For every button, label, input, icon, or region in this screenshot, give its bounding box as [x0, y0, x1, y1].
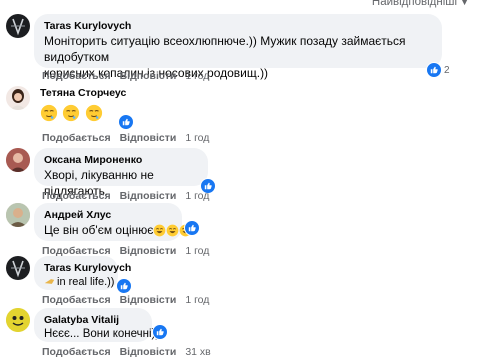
grinning-face-icon [154, 224, 166, 237]
like-button[interactable]: Подобається [42, 294, 111, 306]
avatar[interactable] [6, 14, 30, 38]
comment-bubble: Андрей Хлус Це він об'єм оцінює [34, 203, 192, 241]
like-reaction-icon [184, 220, 200, 236]
comment-time[interactable]: 1 год [185, 294, 209, 306]
comment-text-line: Моніторить ситуацію всеохлюпнюче.)) Мужи… [44, 34, 406, 64]
like-button[interactable]: Подобається [42, 346, 111, 358]
sort-selector[interactable]: Найвідповідніші ▼ [372, 0, 469, 8]
reply-button[interactable]: Відповісти [120, 70, 177, 82]
comment-time[interactable]: 1 год [185, 132, 209, 144]
like-button[interactable]: Подобається [42, 190, 111, 202]
grinning-face-icon [167, 224, 179, 237]
like-reaction-icon [118, 114, 134, 130]
reply-button[interactable]: Відповісти [120, 245, 177, 257]
drooling-face-icon [63, 104, 80, 122]
comment-author[interactable]: Taras Kurylovych [44, 261, 131, 275]
reply-button[interactable]: Відповісти [120, 190, 177, 202]
reaction-count[interactable] [116, 278, 132, 294]
comment-author[interactable]: Оксана Мироненко [44, 153, 198, 167]
reply-button[interactable]: Відповісти [120, 346, 177, 358]
like-reaction-icon [426, 62, 442, 78]
comment-bubble: Оксана Мироненко Хворі, лікуванню не під… [34, 148, 208, 198]
comment-bubble: Taras Kurylovych Моніторить ситуацію все… [34, 14, 442, 80]
avatar[interactable] [6, 203, 30, 227]
drooling-face-icon [85, 104, 103, 122]
comment-text: Це він об'єм оцінює [44, 222, 192, 238]
like-button[interactable]: Подобається [42, 70, 111, 82]
avatar[interactable] [6, 308, 30, 332]
comment-author[interactable]: Тетяна Сторчеус [40, 86, 126, 100]
drooling-face-icon [40, 104, 58, 122]
reaction-count[interactable] [152, 324, 168, 340]
comment-content: Тетяна Сторчеус [40, 86, 126, 122]
comment-actions: Подобається Відповісти 1 год [42, 132, 218, 144]
comment-bubble: Galatyba Vitalij Нєєє... Вони конечні))) [34, 308, 164, 342]
comment-author[interactable]: Taras Kurylovych [44, 19, 432, 33]
reaction-count[interactable]: 2 [426, 62, 450, 78]
reaction-count[interactable] [118, 114, 134, 130]
comment-text: Нєєє... Вони конечні))) [44, 328, 164, 340]
comment-text: in real life.)) [44, 275, 114, 289]
comment-actions: Подобається Відповісти 31 хв [42, 346, 220, 358]
shush-gesture-icon [44, 279, 55, 284]
sort-label: Найвідповідніші [371, 0, 458, 8]
emoji-row [40, 104, 126, 122]
avatar[interactable] [6, 148, 30, 172]
comment-actions: Подобається Відповісти 1 год [42, 294, 218, 306]
like-reaction-icon [116, 278, 132, 294]
comment-time[interactable]: 1 год [185, 190, 209, 202]
reply-button[interactable]: Відповісти [120, 132, 177, 144]
comment-author[interactable]: Андрей Хлус [44, 208, 172, 222]
comment-time[interactable]: 1 год [185, 245, 209, 257]
reply-button[interactable]: Відповісти [120, 294, 177, 306]
avatar[interactable] [6, 256, 30, 280]
comment-bubble: Taras Kurylovych in real life.)) [34, 256, 131, 290]
comment-time[interactable]: 31 хв [185, 346, 210, 358]
like-button[interactable]: Подобається [42, 132, 111, 144]
like-reaction-icon [152, 324, 168, 340]
avatar[interactable] [6, 86, 30, 110]
comment-actions: Подобається Відповісти 1 год [42, 190, 218, 202]
chevron-down-icon: ▼ [460, 0, 469, 7]
reaction-count[interactable] [184, 220, 200, 236]
comment-time[interactable]: 1 год [185, 70, 209, 82]
comment-actions: Подобається Відповісти 1 год [42, 70, 218, 82]
comment-author[interactable]: Galatyba Vitalij [44, 313, 142, 327]
